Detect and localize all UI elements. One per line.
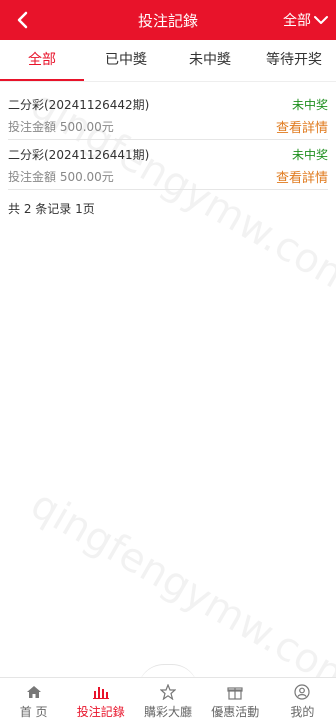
list-item: 二分彩(20241126441期) 未中奖 投注金額 500.00元 查看詳情 xyxy=(8,140,328,190)
status-badge: 未中奖 xyxy=(291,147,328,162)
star-icon xyxy=(159,683,177,701)
bottom-nav: 首 页 投注記錄 購彩大廳 優惠活動 我的 xyxy=(0,677,336,725)
bar-chart-icon xyxy=(92,683,110,701)
back-button[interactable] xyxy=(10,8,34,32)
record-name: 二分彩(20241126441期) xyxy=(8,147,150,162)
view-details-link[interactable]: 查看詳情 xyxy=(276,167,328,186)
gift-icon xyxy=(226,683,244,701)
nav-profile-label: 我的 xyxy=(290,705,315,719)
nav-promotions-label: 優惠活動 xyxy=(211,705,260,719)
filter-label: 全部 xyxy=(283,13,311,29)
nav-bet-records[interactable]: 投注記錄 xyxy=(67,678,134,725)
chevron-left-icon xyxy=(17,11,28,29)
nav-home-label: 首 页 xyxy=(19,705,48,719)
tab-all[interactable]: 全部 xyxy=(0,40,84,81)
record-amount: 投注金額 500.00元 xyxy=(8,169,114,184)
nav-lottery-hall[interactable]: 購彩大廳 xyxy=(134,678,201,725)
tab-won[interactable]: 已中獎 xyxy=(84,40,168,81)
page-title: 投注記錄 xyxy=(137,11,198,30)
nav-lottery-hall-label: 購彩大廳 xyxy=(144,705,193,719)
list-item: 二分彩(20241126442期) 未中奖 投注金額 500.00元 查看詳情 xyxy=(8,90,328,140)
record-list: 二分彩(20241126442期) 未中奖 投注金額 500.00元 查看詳情 … xyxy=(8,90,328,190)
home-icon xyxy=(25,683,43,701)
view-details-link[interactable]: 查看詳情 xyxy=(276,117,328,136)
filter-dropdown[interactable]: 全部 xyxy=(283,10,328,30)
nav-promotions[interactable]: 優惠活動 xyxy=(202,678,269,725)
nav-profile[interactable]: 我的 xyxy=(269,678,336,725)
status-badge: 未中奖 xyxy=(291,97,328,112)
tab-pending[interactable]: 等待开奖 xyxy=(252,40,336,81)
record-amount: 投注金額 500.00元 xyxy=(8,119,114,134)
chevron-down-icon xyxy=(314,16,328,24)
pagination-summary: 共 2 条记录 1页 xyxy=(8,202,95,216)
app-header: 投注記錄 全部 xyxy=(0,0,336,40)
nav-home[interactable]: 首 页 xyxy=(0,678,67,725)
record-name: 二分彩(20241126442期) xyxy=(8,97,150,112)
tab-not-won[interactable]: 未中獎 xyxy=(168,40,252,81)
record-tabs: 全部 已中獎 未中獎 等待开奖 xyxy=(0,40,336,82)
nav-bet-records-label: 投注記錄 xyxy=(76,705,125,719)
user-icon xyxy=(293,683,311,701)
